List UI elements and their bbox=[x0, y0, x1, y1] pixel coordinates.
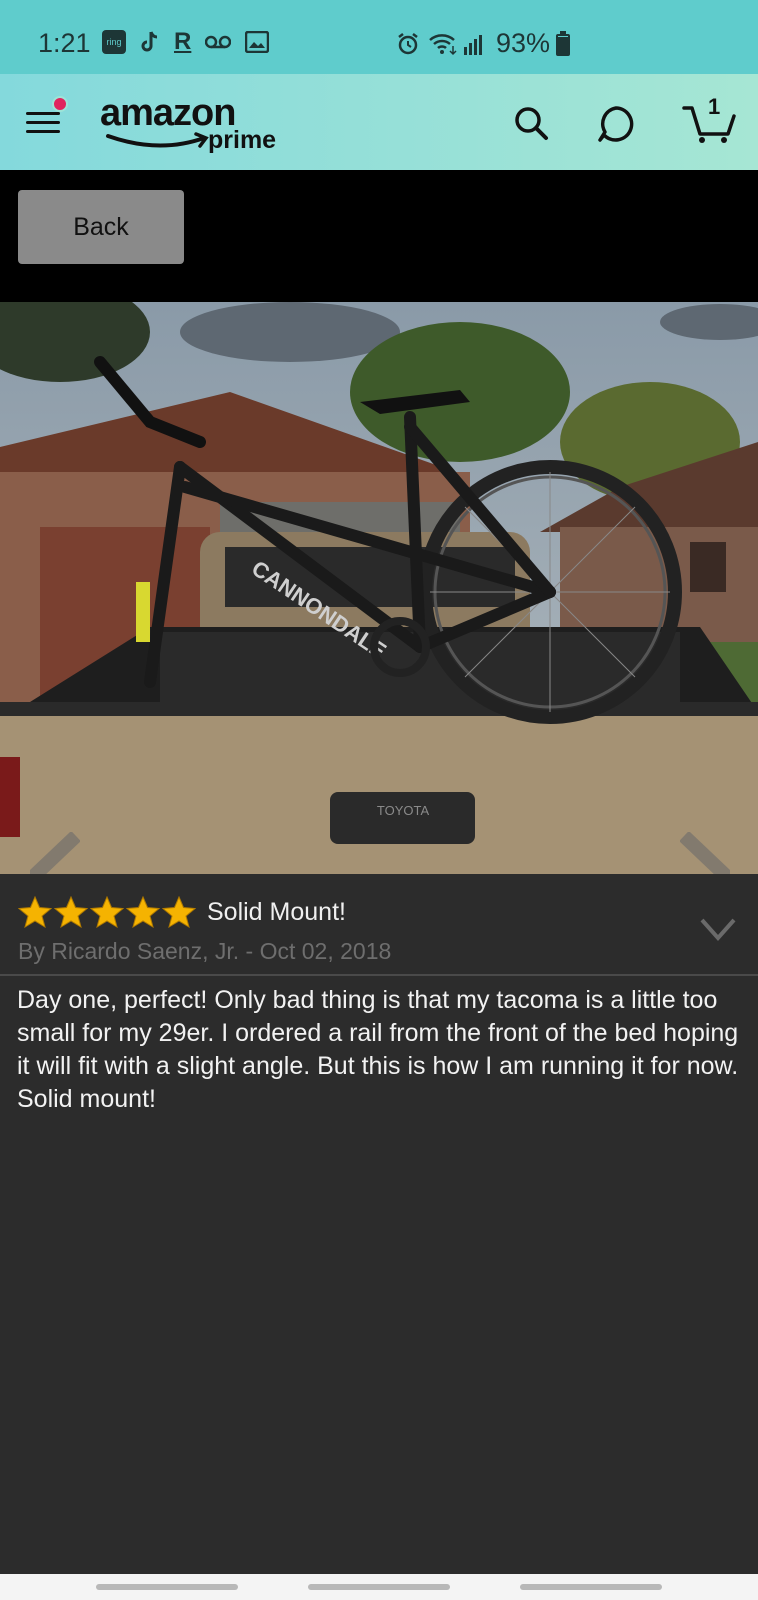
logo-prime-text: prime bbox=[208, 126, 277, 154]
review-author-date: By Ricardo Saenz, Jr. - Oct 02, 2018 bbox=[18, 938, 392, 964]
star-icon bbox=[126, 896, 160, 928]
search-icon[interactable] bbox=[512, 104, 552, 144]
star-rating bbox=[18, 896, 196, 928]
back-button[interactable]: Back bbox=[18, 190, 184, 264]
chevron-down-icon[interactable] bbox=[698, 914, 738, 944]
ring-icon: ring bbox=[102, 30, 126, 54]
star-icon bbox=[54, 896, 88, 928]
voicemail-icon bbox=[205, 30, 232, 54]
alarm-icon bbox=[396, 32, 420, 56]
battery-percent: 93% bbox=[496, 28, 551, 58]
app-header: amazon prime 1 bbox=[0, 74, 758, 170]
battery-icon bbox=[556, 31, 570, 56]
notification-icons: ring R bbox=[102, 28, 270, 55]
notification-dot bbox=[52, 96, 68, 112]
star-icon bbox=[90, 896, 124, 928]
nav-home[interactable] bbox=[308, 1584, 450, 1590]
review-panel: Solid Mount! By Ricardo Saenz, Jr. - Oct… bbox=[0, 874, 758, 1574]
amazon-prime-logo[interactable]: amazon prime bbox=[100, 92, 290, 162]
review-body: Day one, perfect! Only bad thing is that… bbox=[17, 986, 739, 1113]
menu-icon[interactable] bbox=[26, 108, 62, 138]
tailgate-badge: TOYOTA bbox=[377, 803, 430, 818]
nav-back[interactable] bbox=[520, 1584, 662, 1590]
review-title: Solid Mount! bbox=[207, 898, 346, 926]
gallery-icon bbox=[245, 30, 270, 54]
smile-arrow-icon bbox=[106, 132, 209, 148]
rakuten-icon: R bbox=[174, 28, 192, 55]
status-time: 1:21 bbox=[38, 28, 91, 58]
signal-icon bbox=[462, 32, 486, 56]
star-icon bbox=[162, 896, 196, 928]
status-bar: 1:21 ring R 93% bbox=[0, 0, 758, 74]
divider bbox=[0, 974, 758, 976]
tiktok-icon bbox=[140, 30, 160, 54]
review-photo[interactable]: TOYOTA CANNONDALE bbox=[0, 302, 758, 874]
star-icon bbox=[18, 896, 52, 928]
system-nav-bar bbox=[0, 1574, 758, 1600]
battery-fill bbox=[558, 37, 568, 54]
wifi-icon bbox=[428, 32, 458, 56]
alexa-icon[interactable] bbox=[596, 104, 636, 144]
toolbar: Back bbox=[0, 170, 758, 302]
nav-recents[interactable] bbox=[96, 1584, 238, 1590]
cart-count: 1 bbox=[708, 94, 721, 119]
screen: 1:21 ring R 93% amazon prime 1 Back TOYO… bbox=[0, 0, 758, 1600]
